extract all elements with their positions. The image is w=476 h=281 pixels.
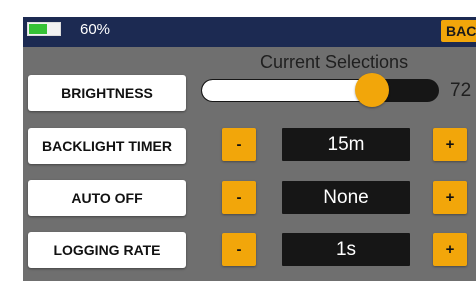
battery-percent-text: 60% bbox=[80, 21, 111, 38]
brightness-slider-track[interactable] bbox=[201, 79, 439, 102]
logging-rate-decrease-button[interactable]: - bbox=[222, 233, 256, 266]
brightness-value: 72 bbox=[450, 80, 472, 101]
backlight-timer-button[interactable]: BACKLIGHT TIMER bbox=[28, 128, 186, 164]
back-button[interactable]: BAC bbox=[441, 20, 476, 42]
device-screen: 60% BAC Current Selections BRIGHTNESS 72… bbox=[23, 17, 476, 281]
brightness-slider-knob[interactable] bbox=[355, 73, 389, 107]
battery-icon bbox=[27, 22, 61, 36]
auto-off-decrease-button[interactable]: - bbox=[222, 181, 256, 214]
auto-off-value: None bbox=[282, 181, 410, 214]
brightness-button[interactable]: BRIGHTNESS bbox=[28, 75, 186, 111]
logging-rate-increase-button[interactable]: + bbox=[433, 233, 467, 266]
logging-rate-button[interactable]: LOGGING RATE bbox=[28, 232, 186, 268]
section-title: Current Selections bbox=[260, 52, 409, 72]
auto-off-button[interactable]: AUTO OFF bbox=[28, 180, 186, 216]
brightness-slider-fill bbox=[202, 80, 373, 101]
backlight-timer-decrease-button[interactable]: - bbox=[222, 128, 256, 161]
backlight-timer-value: 15m bbox=[282, 128, 410, 161]
logging-rate-value: 1s bbox=[282, 233, 410, 266]
auto-off-increase-button[interactable]: + bbox=[433, 181, 467, 214]
backlight-timer-increase-button[interactable]: + bbox=[433, 128, 467, 161]
battery-level-fill bbox=[29, 24, 47, 34]
status-bar: 60% BAC bbox=[23, 17, 476, 47]
